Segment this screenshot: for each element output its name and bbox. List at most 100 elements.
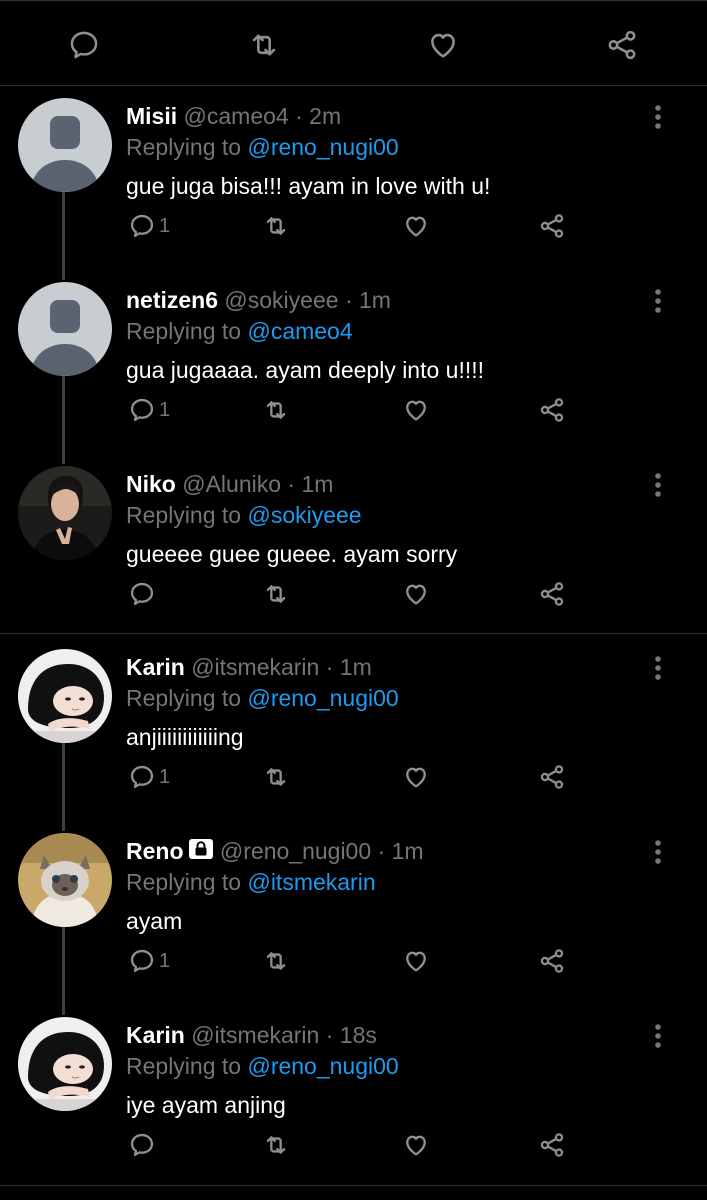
mention-link[interactable]: @reno_nugi00 bbox=[247, 134, 398, 160]
user-handle[interactable]: @Aluniko bbox=[182, 471, 281, 497]
share-button[interactable] bbox=[537, 211, 567, 241]
retweet-button[interactable] bbox=[260, 211, 292, 241]
reply-button[interactable]: 1 bbox=[128, 762, 170, 792]
tweet[interactable]: Niko @Aluniko · 1m Replying to @sokiyeee… bbox=[0, 454, 707, 638]
more-options-button[interactable] bbox=[646, 470, 670, 500]
display-name[interactable]: Misii bbox=[126, 103, 177, 129]
avatar[interactable] bbox=[18, 466, 112, 560]
retweet-icon bbox=[266, 401, 286, 419]
more-options-icon bbox=[655, 656, 661, 680]
reply-button[interactable]: 1 bbox=[128, 395, 170, 425]
tweet-actions: 1 bbox=[126, 762, 586, 792]
tweet[interactable]: Karin @itsmekarin · 1m Replying to @reno… bbox=[0, 637, 707, 821]
user-handle[interactable]: @sokiyeee bbox=[224, 287, 338, 313]
avatar[interactable] bbox=[18, 649, 112, 743]
display-name[interactable]: Karin bbox=[126, 654, 185, 680]
more-options-button[interactable] bbox=[646, 1021, 670, 1051]
like-icon bbox=[406, 400, 426, 421]
display-name[interactable]: Karin bbox=[126, 1022, 185, 1048]
more-options-button[interactable] bbox=[646, 837, 670, 867]
reply-button[interactable] bbox=[128, 579, 159, 609]
like-button[interactable] bbox=[401, 946, 431, 976]
share-button[interactable] bbox=[537, 946, 567, 976]
like-icon bbox=[406, 767, 426, 788]
like-icon bbox=[406, 1135, 426, 1156]
timestamp[interactable]: 2m bbox=[309, 103, 341, 129]
like-button[interactable] bbox=[401, 579, 431, 609]
tweet-actions: 1 bbox=[126, 946, 586, 976]
retweet-icon bbox=[266, 1136, 286, 1154]
replying-to-label: Replying to bbox=[126, 502, 242, 528]
timestamp[interactable]: 1m bbox=[301, 471, 333, 497]
mention-link[interactable]: @sokiyeee bbox=[247, 502, 361, 528]
user-handle[interactable]: @cameo4 bbox=[184, 103, 289, 129]
separator-dot: · bbox=[325, 1022, 334, 1048]
retweet-button[interactable] bbox=[260, 395, 292, 425]
tweet[interactable]: Karin @itsmekarin · 18s Replying to @ren… bbox=[0, 1005, 707, 1189]
avatar[interactable] bbox=[18, 98, 112, 192]
default-avatar-icon bbox=[18, 98, 112, 192]
reply-button[interactable] bbox=[64, 25, 104, 65]
retweet-button[interactable] bbox=[260, 1130, 292, 1160]
mention-link[interactable]: @reno_nugi00 bbox=[247, 1053, 398, 1079]
mention-link[interactable]: @cameo4 bbox=[247, 318, 352, 344]
like-button[interactable] bbox=[401, 395, 431, 425]
replying-to: Replying to @itsmekarin bbox=[126, 868, 376, 896]
profile-photo-icon bbox=[18, 466, 112, 560]
share-button[interactable] bbox=[537, 1130, 567, 1160]
display-name[interactable]: Reno bbox=[126, 838, 184, 864]
avatar[interactable] bbox=[18, 282, 112, 376]
reply-count: 1 bbox=[159, 214, 171, 237]
reply-button[interactable]: 1 bbox=[128, 946, 170, 976]
display-name[interactable]: Niko bbox=[126, 471, 176, 497]
tweet[interactable]: netizen6 @sokiyeee · 1m Replying to @cam… bbox=[0, 270, 707, 454]
share-button[interactable] bbox=[537, 762, 567, 792]
more-options-icon bbox=[655, 1024, 661, 1048]
avatar[interactable] bbox=[18, 833, 112, 927]
more-options-button[interactable] bbox=[646, 102, 670, 132]
replying-to: Replying to @sokiyeee bbox=[126, 501, 362, 529]
like-icon bbox=[431, 33, 455, 58]
like-button[interactable] bbox=[401, 1130, 431, 1160]
reply-button[interactable]: 1 bbox=[128, 211, 170, 241]
timestamp[interactable]: 18s bbox=[340, 1022, 377, 1048]
tweet-actions bbox=[126, 1130, 586, 1160]
timestamp[interactable]: 1m bbox=[340, 654, 372, 680]
lock-icon bbox=[188, 839, 213, 859]
replying-to: Replying to @reno_nugi00 bbox=[126, 133, 399, 161]
share-button[interactable] bbox=[602, 25, 642, 65]
tweet[interactable]: Reno @reno_nugi00 · 1m Replying to @itsm… bbox=[0, 821, 707, 1005]
timestamp[interactable]: 1m bbox=[392, 838, 424, 864]
avatar[interactable] bbox=[18, 1017, 112, 1111]
mention-link[interactable]: @reno_nugi00 bbox=[247, 685, 398, 711]
profile-photo-icon bbox=[18, 833, 112, 927]
retweet-button[interactable] bbox=[244, 25, 284, 65]
section-divider bbox=[0, 1185, 707, 1186]
like-button[interactable] bbox=[401, 211, 431, 241]
more-options-icon bbox=[655, 289, 661, 313]
reply-icon bbox=[130, 582, 154, 606]
share-button[interactable] bbox=[537, 395, 567, 425]
like-button[interactable] bbox=[401, 762, 431, 792]
more-options-button[interactable] bbox=[646, 286, 670, 316]
user-handle[interactable]: @itsmekarin bbox=[191, 1022, 319, 1048]
retweet-icon bbox=[266, 768, 286, 786]
like-button[interactable] bbox=[423, 25, 463, 65]
retweet-icon bbox=[266, 217, 286, 235]
tweet[interactable]: Misii @cameo4 · 2m Replying to @reno_nug… bbox=[0, 86, 707, 270]
user-handle[interactable]: @reno_nugi00 bbox=[220, 838, 371, 864]
top-action-bar bbox=[0, 0, 707, 86]
tweet-header: Karin @itsmekarin · 18s bbox=[126, 1021, 377, 1049]
separator-dot: · bbox=[295, 103, 303, 129]
retweet-button[interactable] bbox=[260, 579, 292, 609]
timestamp[interactable]: 1m bbox=[359, 287, 391, 313]
more-options-button[interactable] bbox=[646, 653, 670, 683]
user-handle[interactable]: @itsmekarin bbox=[191, 654, 319, 680]
retweet-button[interactable] bbox=[260, 946, 292, 976]
reply-button[interactable] bbox=[128, 1130, 159, 1160]
retweet-button[interactable] bbox=[260, 762, 292, 792]
mention-link[interactable]: @itsmekarin bbox=[247, 869, 375, 895]
share-button[interactable] bbox=[537, 579, 567, 609]
tweet-text: ayam bbox=[126, 908, 183, 934]
display-name[interactable]: netizen6 bbox=[126, 287, 218, 313]
